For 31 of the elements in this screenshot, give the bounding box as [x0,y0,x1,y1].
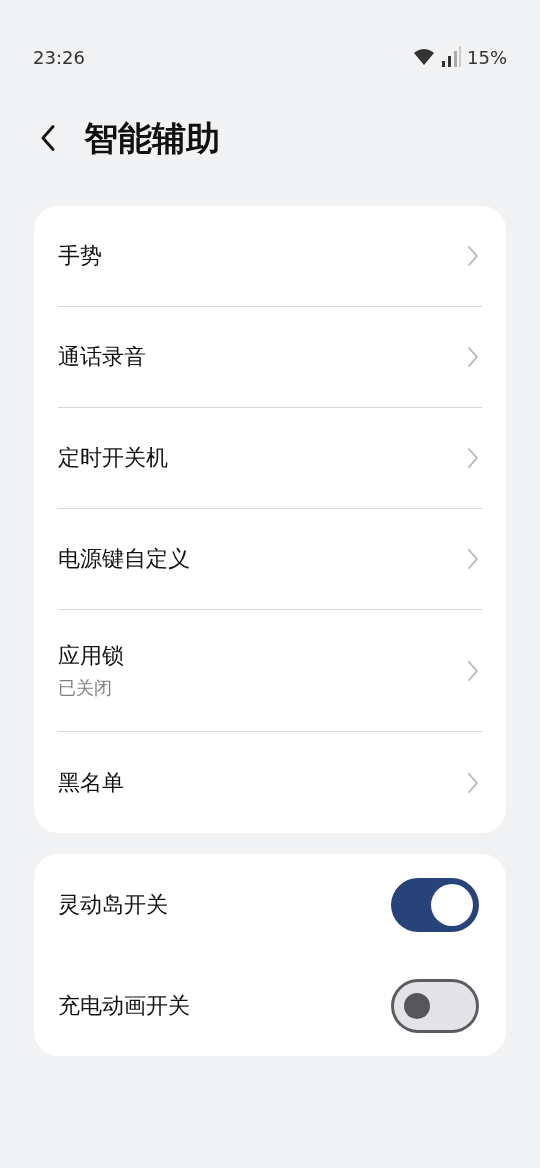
setting-row[interactable]: 应用锁 已关闭 [58,610,482,732]
setting-row[interactable]: 黑名单 [58,732,482,833]
signal-icon [441,46,461,68]
setting-row[interactable]: 充电动画开关 [58,955,482,1056]
chevron-right-icon [467,447,479,469]
battery-percentage: 15% [467,45,507,70]
chevron-right-icon [467,659,479,682]
setting-label: 定时开关机 [58,444,168,472]
setting-label: 黑名单 [58,768,124,797]
setting-label: 通话录音 [58,343,146,371]
chevron-right-icon [467,771,479,794]
setting-label: 充电动画开关 [58,991,190,1020]
setting-label: 电源键自定义 [58,545,190,573]
back-icon [40,124,56,152]
chevron-right-icon [467,245,479,267]
status-time: 23:26 [33,45,85,70]
chevron-right-icon [467,346,479,368]
setting-status: 已关闭 [58,677,113,700]
toggle-switch[interactable] [391,978,479,1033]
setting-row[interactable]: 手势 [58,206,482,307]
chevron-right-icon [467,548,479,570]
setting-row[interactable]: 灵动岛开关 [58,854,482,955]
setting-label: 灵动岛开关 [58,890,168,919]
setting-row[interactable]: 通话录音 [58,307,482,408]
wifi-icon [413,48,435,66]
toggle-switch[interactable] [391,877,479,932]
setting-row[interactable]: 定时开关机 [58,408,482,509]
setting-label: 应用锁 [58,641,124,669]
setting-label: 手势 [58,242,102,270]
setting-row[interactable]: 电源键自定义 [58,509,482,610]
page-title: 智能辅助 [84,116,220,160]
